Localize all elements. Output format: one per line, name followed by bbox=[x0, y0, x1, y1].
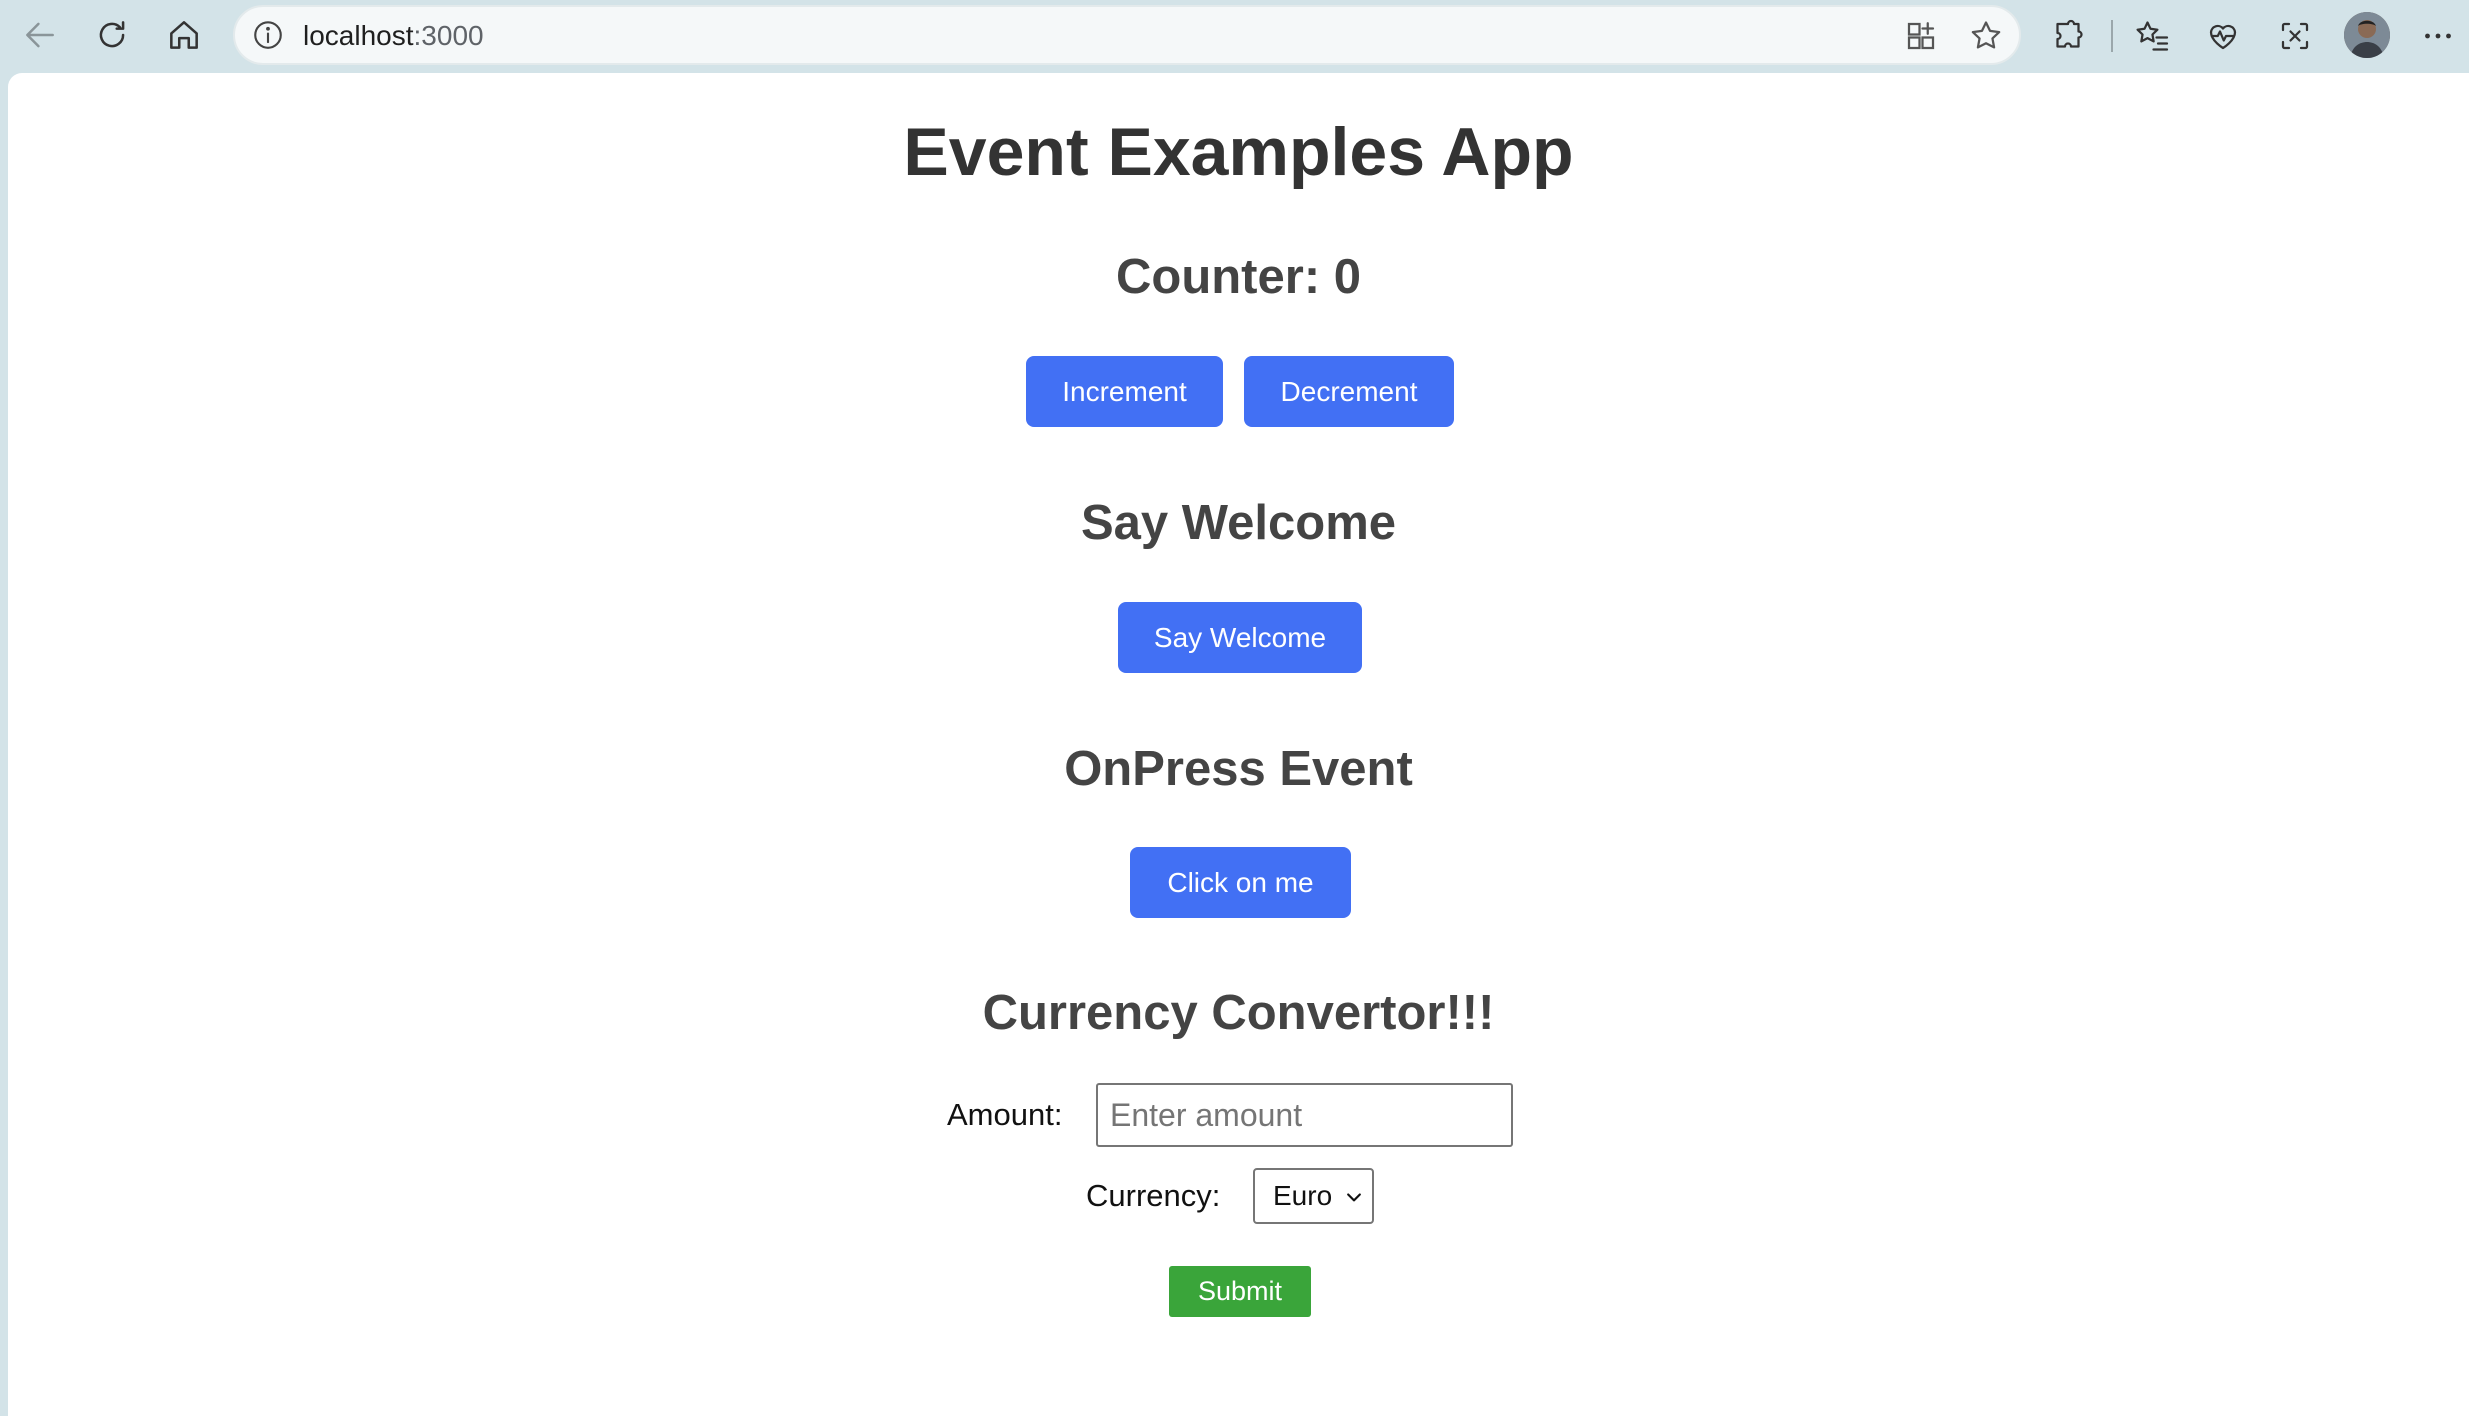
increment-button[interactable]: Increment bbox=[1026, 356, 1223, 427]
home-button[interactable] bbox=[159, 12, 209, 58]
chevron-down-icon bbox=[1347, 1193, 1361, 1202]
reload-icon bbox=[99, 21, 125, 48]
extensions-button[interactable] bbox=[2046, 14, 2090, 58]
currency-label: Currency: bbox=[1086, 1178, 1221, 1213]
say-welcome-button[interactable]: Say Welcome bbox=[1118, 602, 1362, 673]
back-button[interactable] bbox=[15, 12, 65, 58]
click-on-me-button[interactable]: Click on me bbox=[1130, 847, 1351, 918]
browser-essentials-button[interactable] bbox=[2201, 14, 2245, 58]
more-dots-icon bbox=[2425, 33, 2451, 39]
back-arrow-icon bbox=[26, 22, 54, 48]
page-viewport: Event Examples App Counter: 0 Increment … bbox=[8, 73, 2469, 1416]
currency-select[interactable]: Euro bbox=[1253, 1168, 1374, 1224]
say-welcome-heading: Say Welcome bbox=[1080, 496, 1397, 550]
toolbar-divider bbox=[2111, 20, 2113, 52]
app-title: Event Examples App bbox=[903, 114, 1574, 190]
favorites-button[interactable] bbox=[2130, 14, 2174, 58]
submit-button[interactable]: Submit bbox=[1169, 1266, 1311, 1317]
puzzle-icon bbox=[2056, 19, 2083, 48]
screenshot-icon bbox=[2281, 22, 2309, 50]
address-bar[interactable]: localhost:3000 bbox=[233, 5, 2021, 65]
favorites-list-icon bbox=[2136, 21, 2169, 51]
avatar-image bbox=[2344, 12, 2390, 58]
counter-heading: Counter: 0 bbox=[1116, 250, 1361, 304]
reload-button[interactable] bbox=[87, 12, 137, 58]
heart-pulse-icon bbox=[2209, 24, 2237, 50]
app-available-icon[interactable] bbox=[1903, 18, 1939, 54]
site-info-icon[interactable] bbox=[251, 18, 285, 52]
home-icon bbox=[170, 21, 198, 49]
url-port: :3000 bbox=[413, 20, 484, 51]
currency-convertor-heading: Currency Convertor!!! bbox=[982, 986, 1495, 1040]
amount-label: Amount: bbox=[947, 1097, 1063, 1132]
screenshot-button[interactable] bbox=[2273, 14, 2317, 58]
url-text: localhost:3000 bbox=[303, 20, 484, 52]
more-menu-button[interactable] bbox=[2416, 14, 2460, 58]
browser-toolbar: localhost:3000 bbox=[0, 0, 2469, 72]
favorite-star-icon[interactable] bbox=[1968, 18, 2004, 54]
onpress-heading: OnPress Event bbox=[1064, 742, 1413, 796]
decrement-button[interactable]: Decrement bbox=[1244, 356, 1454, 427]
amount-input[interactable] bbox=[1096, 1083, 1513, 1147]
url-host: localhost bbox=[303, 20, 414, 51]
profile-avatar[interactable] bbox=[2344, 12, 2390, 58]
currency-selected-value: Euro bbox=[1273, 1180, 1333, 1211]
